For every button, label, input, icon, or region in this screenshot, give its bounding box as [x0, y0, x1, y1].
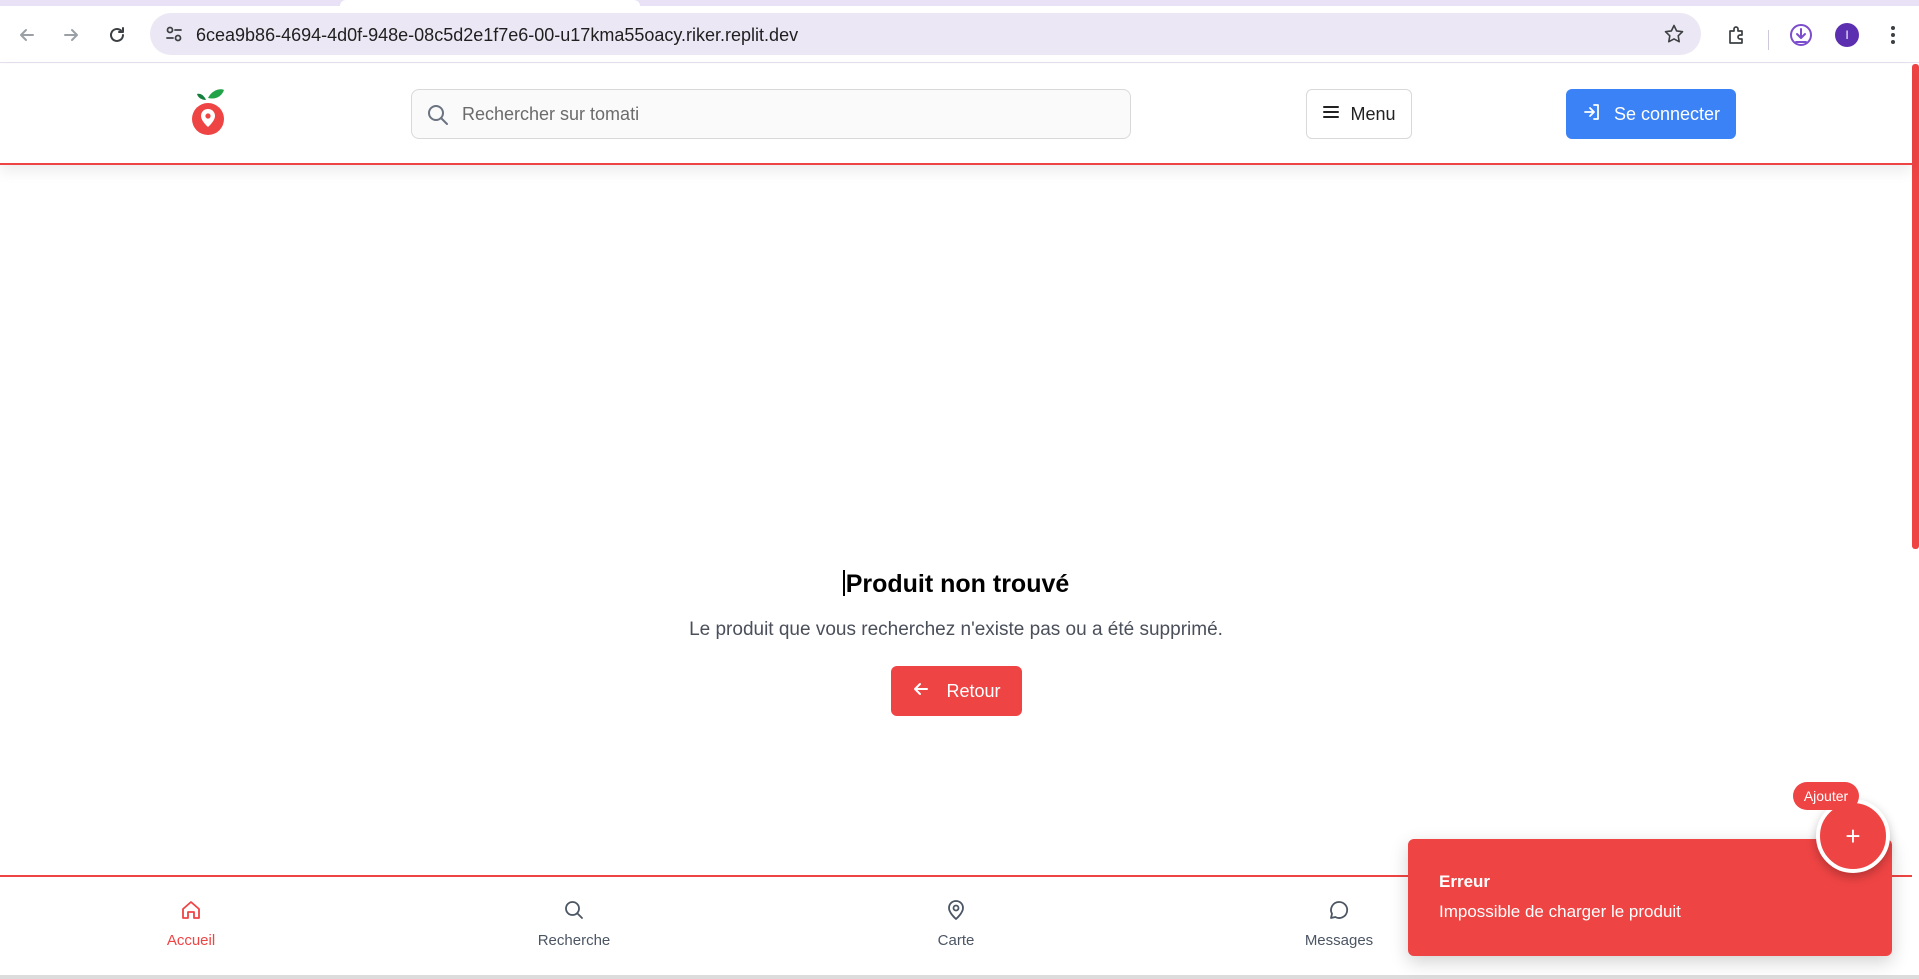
kebab-menu-icon[interactable] [1878, 20, 1908, 50]
login-button-label: Se connecter [1613, 103, 1721, 124]
page-scrollbar[interactable] [1912, 64, 1919, 549]
profile-avatar[interactable]: I [1832, 20, 1862, 50]
search-icon [426, 103, 450, 132]
home-icon [180, 901, 202, 925]
bottom-nav-accueil[interactable]: Accueil [121, 899, 261, 949]
extensions-puzzle-icon[interactable] [1722, 20, 1752, 50]
site-settings-icon[interactable] [164, 24, 184, 49]
toolbar-divider [1768, 30, 1769, 50]
browser-toolbar: 6cea9b86-4694-4d0f-948e-08c5d2e1f7e6-00-… [0, 6, 1919, 63]
menu-button[interactable]: Menu [1306, 89, 1412, 139]
back-button[interactable]: Retour [891, 666, 1022, 716]
search-input[interactable] [462, 90, 1112, 138]
tomati-logo[interactable] [186, 86, 230, 140]
add-fab-label: Ajouter [1793, 782, 1859, 810]
login-button[interactable]: Se connecter [1566, 89, 1736, 139]
download-icon[interactable] [1786, 20, 1816, 50]
error-toast[interactable]: Erreur Impossible de charger le produit [1408, 839, 1892, 956]
message-icon [1328, 901, 1350, 925]
not-found-message: Le produit que vous recherchez n'existe … [689, 619, 1223, 640]
search-box[interactable] [411, 89, 1131, 139]
map-pin-icon [945, 900, 967, 925]
toast-title: Erreur [1439, 872, 1491, 891]
bottom-nav-label: Messages [1304, 932, 1374, 949]
plus-icon: + [1845, 821, 1861, 851]
hamburger-icon [1322, 104, 1340, 125]
toast-message: Impossible de charger le produit [1439, 902, 1681, 921]
forward-arrow-icon[interactable] [56, 20, 86, 50]
profile-initial: I [1835, 23, 1859, 47]
bottom-nav-messages[interactable]: Messages [1269, 899, 1409, 949]
search-icon [563, 901, 585, 925]
back-button-label: Retour [946, 680, 1001, 701]
address-bar[interactable]: 6cea9b86-4694-4d0f-948e-08c5d2e1f7e6-00-… [150, 13, 1701, 55]
url-text[interactable]: 6cea9b86-4694-4d0f-948e-08c5d2e1f7e6-00-… [196, 25, 798, 46]
arrow-left-icon [912, 680, 930, 703]
bottom-nav-carte[interactable]: Carte [886, 899, 1026, 949]
add-fab-button[interactable]: + [1816, 799, 1890, 873]
bottom-nav-label: Accueil [166, 932, 216, 949]
bottom-nav-label: Recherche [537, 932, 611, 949]
menu-button-label: Menu [1350, 103, 1396, 124]
bottom-nav-label: Carte [937, 932, 975, 949]
page-title-text: Produit non trouvé [845, 570, 1070, 598]
page-title: Produit non trouvé [0, 570, 1912, 599]
browser-bottom-edge [0, 975, 1919, 979]
text-caret [842, 570, 845, 596]
bottom-nav-recherche[interactable]: Recherche [504, 899, 644, 949]
login-icon [1582, 102, 1602, 127]
app-header: Menu Se connecter [0, 64, 1912, 165]
back-arrow-icon[interactable] [12, 20, 42, 50]
reload-icon[interactable] [102, 20, 132, 50]
bookmark-star-icon[interactable] [1663, 23, 1685, 50]
